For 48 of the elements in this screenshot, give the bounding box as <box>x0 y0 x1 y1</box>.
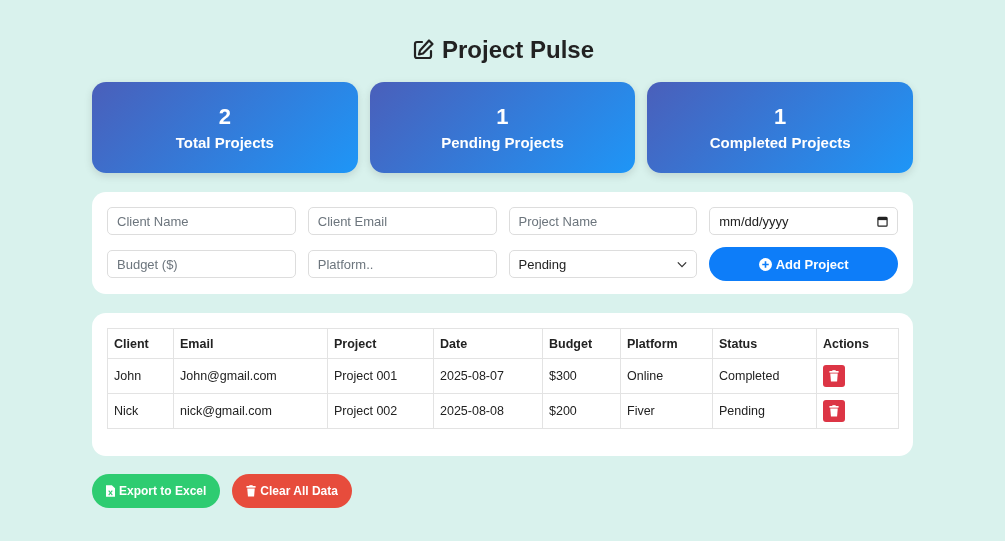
table-cell: Online <box>620 358 713 394</box>
stat-value: 2 <box>218 104 231 130</box>
input-field[interactable]: Client Email <box>307 207 497 235</box>
plus-circle-icon <box>758 257 772 271</box>
input-field[interactable]: Budget ($) <box>107 250 296 278</box>
stat-label: Pending Projects <box>441 134 564 151</box>
table-cell: Project 001 <box>327 358 434 394</box>
table-cell: John@gmail.com <box>173 358 328 394</box>
input-field[interactable]: Platform.. <box>307 250 497 278</box>
calendar-icon[interactable] <box>877 216 888 227</box>
input-field[interactable]: Project Name <box>508 207 698 235</box>
stat-value: 1 <box>774 104 787 130</box>
table-cell: Project 002 <box>327 393 434 429</box>
trash-icon <box>829 370 839 382</box>
table-cell: Nick <box>107 393 174 429</box>
table-cell: John <box>107 358 174 394</box>
status-select[interactable]: Pending <box>508 250 698 278</box>
file-icon <box>106 485 115 497</box>
clear-button[interactable]: Clear All Data <box>232 474 352 508</box>
app-title: Project Pulse <box>441 36 595 64</box>
table-cell: 2025-08-07 <box>433 358 543 394</box>
table-cell: 2025-08-08 <box>433 393 543 429</box>
table-cell: Fiver <box>620 393 713 429</box>
trash-icon <box>246 485 257 497</box>
stat-label: Total Projects <box>175 134 274 151</box>
column-header: Email <box>173 328 328 359</box>
table-cell: $300 <box>542 358 621 394</box>
add-project-button[interactable]: Add Project <box>709 247 898 281</box>
stat-label: Completed Projects <box>709 134 851 151</box>
stat-value: 1 <box>496 104 509 130</box>
column-header: Platform <box>620 328 713 359</box>
date-field[interactable]: mm/dd/yyyy <box>709 207 898 235</box>
trash-icon <box>829 405 839 417</box>
column-header: Status <box>712 328 817 359</box>
delete-button[interactable] <box>823 365 845 387</box>
table-cell: nick@gmail.com <box>173 393 328 429</box>
table-cell: $200 <box>542 393 621 429</box>
column-header: Client <box>107 328 174 359</box>
table-cell: Completed <box>712 358 817 394</box>
delete-button[interactable] <box>823 400 845 422</box>
column-header: Date <box>433 328 543 359</box>
column-header: Project <box>327 328 434 359</box>
chevron-down-icon <box>677 260 688 268</box>
table-cell: Pending <box>712 393 817 429</box>
column-header: Actions <box>816 328 899 359</box>
input-field[interactable]: Client Name <box>107 207 296 235</box>
column-header: Budget <box>542 328 621 359</box>
export-button[interactable]: Export to Excel <box>92 474 221 508</box>
